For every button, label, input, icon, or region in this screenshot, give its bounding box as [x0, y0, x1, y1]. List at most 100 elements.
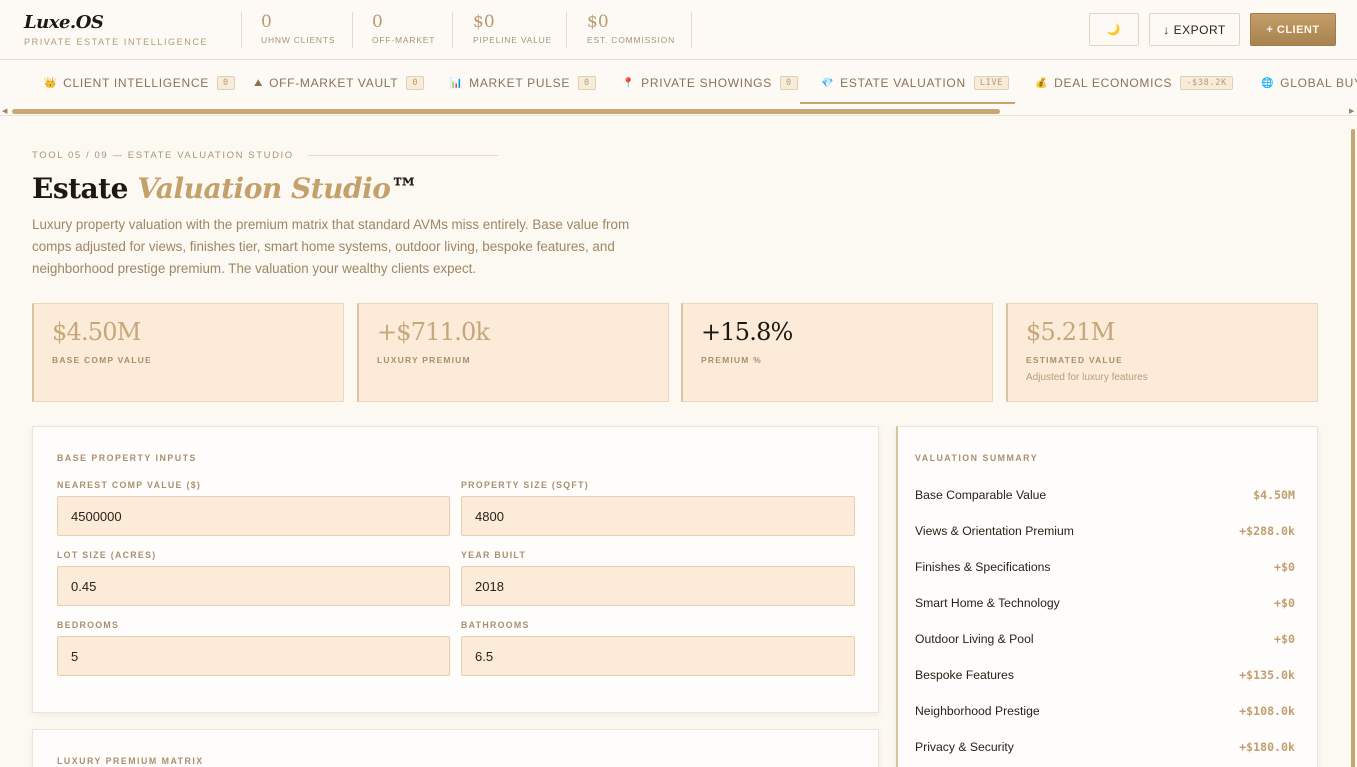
- tab-label: PRIVATE SHOWINGS: [641, 76, 772, 90]
- gem-icon: 💎: [821, 77, 835, 89]
- stat-value: 0: [261, 12, 272, 32]
- theme-toggle-button[interactable]: 🌙: [1089, 13, 1139, 46]
- tab-badge: 0: [779, 76, 798, 90]
- summary-label: Views & Orientation Premium: [915, 524, 1074, 538]
- page-scrollbar[interactable]: [1349, 117, 1357, 767]
- kpi-base-comp-value: $4.50M BASE COMP VALUE: [32, 303, 344, 402]
- brand-tagline: PRIVATE ESTATE INTELLIGENCE: [24, 37, 209, 47]
- stat-value: $0: [587, 12, 609, 32]
- summary-label: Base Comparable Value: [915, 488, 1047, 502]
- tool-eyebrow: TOOL 05 / 09 — ESTATE VALUATION STUDIO: [32, 150, 498, 161]
- panel-title: VALUATION SUMMARY: [915, 453, 1039, 463]
- summary-value: +$0: [1274, 632, 1295, 646]
- tabs-scrollbar-thumb[interactable]: [12, 109, 1000, 114]
- tab-label: CLIENT INTELLIGENCE: [63, 76, 209, 90]
- tab-estate-valuation[interactable]: 💎 ESTATE VALUATION LIVE: [821, 74, 1010, 92]
- tab-badge: LIVE: [973, 76, 1010, 90]
- kpi-value: +15.8%: [701, 318, 793, 346]
- divider: [691, 12, 692, 48]
- summary-label: Finishes & Specifications: [915, 560, 1051, 574]
- stat-label: OFF-MARKET: [372, 35, 436, 45]
- summary-row: Neighborhood Prestige +$108.0k: [915, 702, 1295, 720]
- field-label: BEDROOMS: [57, 620, 120, 630]
- tab-label: ESTATE VALUATION: [840, 76, 966, 90]
- stat-value: $0: [473, 12, 495, 32]
- summary-row: Privacy & Security +$180.0k: [915, 738, 1295, 756]
- kpi-label: ESTIMATED VALUE: [1026, 355, 1124, 365]
- scroll-left-icon[interactable]: ◀: [2, 107, 7, 115]
- kpi-value: +$711.0k: [377, 318, 490, 346]
- tab-badge: 0: [406, 76, 425, 90]
- tab-off-market-vault[interactable]: ⛰ OFF-MARKET VAULT 0: [254, 74, 425, 92]
- summary-value: +$108.0k: [1239, 704, 1295, 718]
- panel-title: LUXURY PREMIUM MATRIX: [57, 756, 204, 766]
- summary-label: Outdoor Living & Pool: [915, 632, 1034, 646]
- premium-matrix-panel: LUXURY PREMIUM MATRIX: [32, 729, 879, 767]
- summary-value: +$0: [1274, 596, 1295, 610]
- panel-title: BASE PROPERTY INPUTS: [57, 453, 197, 463]
- eyebrow-rule: [307, 155, 498, 156]
- stat-label: EST. COMMISSION: [587, 35, 676, 45]
- main-content: TOOL 05 / 09 — ESTATE VALUATION STUDIO E…: [0, 117, 1357, 767]
- field-label: PROPERTY SIZE (SQFT): [461, 480, 589, 490]
- kpi-luxury-premium: +$711.0k LUXURY PREMIUM: [357, 303, 669, 402]
- kpi-value: $4.50M: [52, 318, 141, 346]
- tabs-scrollbar[interactable]: [0, 108, 1357, 114]
- bedrooms-input[interactable]: [57, 636, 450, 676]
- valuation-summary-panel: VALUATION SUMMARY Base Comparable Value …: [896, 426, 1318, 767]
- tab-global-buyers[interactable]: 🌐 GLOBAL BUYE: [1261, 74, 1357, 92]
- top-header: Luxe.OS PRIVATE ESTATE INTELLIGENCE 0 UH…: [0, 0, 1357, 60]
- kpi-value: $5.21M: [1026, 318, 1115, 346]
- summary-value: +$288.0k: [1239, 524, 1295, 538]
- page-title: Estate Valuation Studio™: [32, 172, 418, 205]
- title-plain: Estate: [32, 172, 138, 205]
- bathrooms-input[interactable]: [461, 636, 855, 676]
- tab-market-pulse[interactable]: 📊 MARKET PULSE 0: [450, 74, 596, 92]
- kpi-estimated-value: $5.21M ESTIMATED VALUE Adjusted for luxu…: [1006, 303, 1318, 402]
- kpi-premium-percent: +15.8% PREMIUM %: [681, 303, 993, 402]
- tab-badge: 0: [216, 76, 235, 90]
- tab-client-intelligence[interactable]: 👑 CLIENT INTELLIGENCE 0: [44, 74, 235, 92]
- globe-icon: 🌐: [1261, 77, 1275, 89]
- tool-tabs: 👑 CLIENT INTELLIGENCE 0 ⛰ OFF-MARKET VAU…: [0, 60, 1357, 116]
- export-button[interactable]: ↓ EXPORT: [1149, 13, 1240, 46]
- eyebrow-text: TOOL 05 / 09 — ESTATE VALUATION STUDIO: [32, 150, 294, 161]
- summary-value: +$180.0k: [1239, 740, 1295, 754]
- scroll-right-icon[interactable]: ▶: [1349, 107, 1354, 115]
- divider: [452, 12, 453, 48]
- tab-badge: 0: [578, 76, 596, 90]
- money-bag-icon: 💰: [1035, 77, 1049, 89]
- divider: [566, 12, 567, 48]
- lot-size-input[interactable]: [57, 566, 450, 606]
- divider: [352, 12, 353, 48]
- kpi-label: BASE COMP VALUE: [52, 355, 152, 365]
- add-client-button[interactable]: + CLIENT: [1250, 13, 1336, 46]
- summary-value: +$0: [1274, 560, 1295, 574]
- divider: [241, 12, 242, 48]
- title-emphasis: Valuation Studio: [137, 172, 391, 205]
- stat-pipeline-value: $0 PIPELINE VALUE: [473, 12, 552, 45]
- summary-row: Base Comparable Value $4.50M: [915, 486, 1295, 504]
- moon-icon: 🌙: [1106, 24, 1122, 36]
- brand[interactable]: Luxe.OS PRIVATE ESTATE INTELLIGENCE: [24, 12, 208, 47]
- summary-label: Neighborhood Prestige: [915, 704, 1040, 718]
- kpi-subtext: Adjusted for luxury features: [1026, 372, 1148, 383]
- summary-value: $4.50M: [1253, 488, 1295, 502]
- property-size-input[interactable]: [461, 496, 855, 536]
- tab-deal-economics[interactable]: 💰 DEAL ECONOMICS -$38.2K: [1035, 74, 1233, 92]
- stat-label: PIPELINE VALUE: [473, 35, 553, 45]
- summary-row: Bespoke Features +$135.0k: [915, 666, 1295, 684]
- chart-icon: 📊: [450, 77, 464, 89]
- year-built-input[interactable]: [461, 566, 855, 606]
- field-label: LOT SIZE (ACRES): [57, 550, 157, 560]
- title-trademark: ™: [390, 172, 418, 205]
- stat-est-commission: $0 EST. COMMISSION: [587, 12, 675, 45]
- field-label: NEAREST COMP VALUE ($): [57, 480, 202, 490]
- tab-label: DEAL ECONOMICS: [1054, 76, 1173, 90]
- stat-uhnw-clients: 0 UHNW CLIENTS: [261, 12, 335, 45]
- tab-private-showings[interactable]: 📍 PRIVATE SHOWINGS 0: [622, 74, 798, 92]
- brand-logo: Luxe.OS: [24, 12, 104, 33]
- page-scrollbar-thumb[interactable]: [1351, 129, 1355, 767]
- comp-value-input[interactable]: [57, 496, 450, 536]
- summary-row: Finishes & Specifications +$0: [915, 558, 1295, 576]
